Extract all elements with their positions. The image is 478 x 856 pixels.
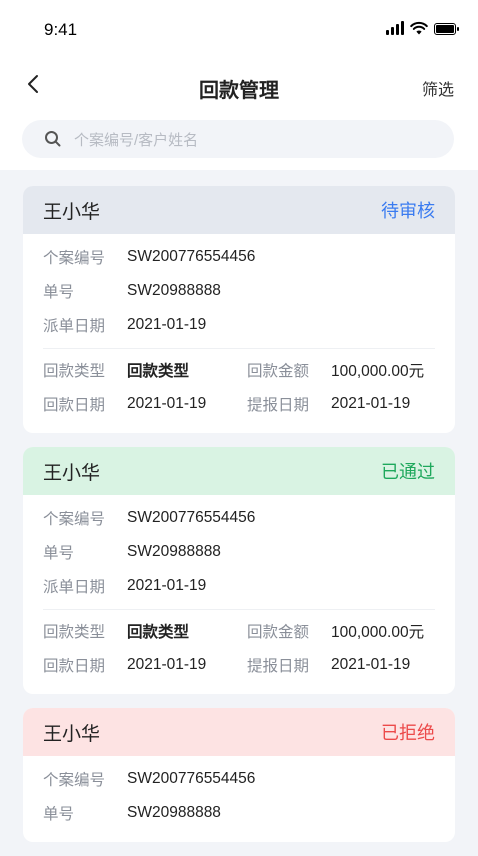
order-no-row: 单号 SW20988888 xyxy=(43,274,435,308)
order-no-value: SW20988888 xyxy=(127,804,221,821)
payback-amount-label: 回款金额 xyxy=(247,624,310,641)
search-input[interactable] xyxy=(72,120,436,160)
case-no-value: SW200776554456 xyxy=(127,770,256,787)
payback-date-value: 2021-01-19 xyxy=(127,656,207,673)
report-date-value: 2021-01-19 xyxy=(331,395,411,412)
status-icons xyxy=(386,21,459,35)
card-header: 王小华 待审核 xyxy=(23,186,455,234)
customer-name: 王小华 xyxy=(43,723,101,745)
case-no-row: 个案编号 SW200776554456 xyxy=(43,501,435,535)
card-body: 个案编号 SW200776554456 单号 SW20988888 派单日期 2… xyxy=(23,234,455,433)
order-no-row: 单号 SW20988888 xyxy=(43,796,435,830)
case-no-row: 个案编号 SW200776554456 xyxy=(43,762,435,796)
type-amount-row: 回款类型 回款类型 回款金额 100,000.00元 xyxy=(43,614,435,648)
filter-button[interactable]: 筛选 xyxy=(422,76,454,100)
case-no-value: SW200776554456 xyxy=(127,248,256,265)
payback-card[interactable]: 王小华 已拒绝 个案编号 SW200776554456 单号 SW2098888… xyxy=(23,708,455,842)
order-no-label: 单号 xyxy=(43,284,75,301)
dispatch-date-row: 派单日期 2021-01-19 xyxy=(43,569,435,603)
wifi-icon xyxy=(410,22,428,35)
case-no-label: 个案编号 xyxy=(43,250,106,267)
payback-list: 王小华 待审核 个案编号 SW200776554456 单号 SW2098888… xyxy=(23,186,455,856)
dispatch-date-label: 派单日期 xyxy=(43,318,106,335)
status-label: 已拒绝 xyxy=(381,723,435,743)
payback-card[interactable]: 王小华 待审核 个案编号 SW200776554456 单号 SW2098888… xyxy=(23,186,455,433)
payback-date-label: 回款日期 xyxy=(43,658,106,675)
search-icon xyxy=(45,131,61,147)
battery-icon xyxy=(434,23,459,35)
payback-card[interactable]: 王小华 已通过 个案编号 SW200776554456 单号 SW2098888… xyxy=(23,447,455,694)
payback-type-label: 回款类型 xyxy=(43,624,106,641)
payback-amount-value: 100,000.00元 xyxy=(331,624,425,641)
divider xyxy=(43,348,435,349)
customer-name: 王小华 xyxy=(43,462,101,484)
case-no-label: 个案编号 xyxy=(43,772,106,789)
type-amount-row: 回款类型 回款类型 回款金额 100,000.00元 xyxy=(43,353,435,387)
case-no-row: 个案编号 SW200776554456 xyxy=(43,240,435,274)
card-body: 个案编号 SW200776554456 单号 SW20988888 派单日期 2… xyxy=(23,495,455,694)
status-bar: 9:41 xyxy=(0,0,478,62)
page-title: 回款管理 xyxy=(199,80,279,102)
order-no-value: SW20988888 xyxy=(127,282,221,299)
payback-amount-value: 100,000.00元 xyxy=(331,363,425,380)
payback-amount-label: 回款金额 xyxy=(247,363,310,380)
status-label: 待审核 xyxy=(381,201,435,221)
customer-name: 王小华 xyxy=(43,201,101,223)
order-no-label: 单号 xyxy=(43,545,75,562)
signal-icon xyxy=(386,21,404,35)
nav-bar: 回款管理 筛选 xyxy=(0,62,478,110)
order-no-row: 单号 SW20988888 xyxy=(43,535,435,569)
card-header: 王小华 已通过 xyxy=(23,447,455,495)
dates-row: 回款日期 2021-01-19 提报日期 2021-01-19 xyxy=(43,387,435,421)
payback-type-value: 回款类型 xyxy=(127,624,190,641)
header-area: 9:41 回款管理 筛选 xyxy=(0,0,478,170)
report-date-label: 提报日期 xyxy=(247,397,310,414)
payback-date-value: 2021-01-19 xyxy=(127,395,207,412)
status-time: 9:41 xyxy=(44,20,78,39)
payback-type-value: 回款类型 xyxy=(127,363,190,380)
order-no-value: SW20988888 xyxy=(127,543,221,560)
case-no-value: SW200776554456 xyxy=(127,509,256,526)
divider xyxy=(43,609,435,610)
order-no-label: 单号 xyxy=(43,806,75,823)
payback-type-label: 回款类型 xyxy=(43,363,106,380)
card-header: 王小华 已拒绝 xyxy=(23,708,455,756)
report-date-label: 提报日期 xyxy=(247,658,310,675)
card-body: 个案编号 SW200776554456 单号 SW20988888 xyxy=(23,756,455,842)
status-label: 已通过 xyxy=(381,462,435,482)
dispatch-date-label: 派单日期 xyxy=(43,579,106,596)
search-bar[interactable] xyxy=(22,120,454,160)
dispatch-date-row: 派单日期 2021-01-19 xyxy=(43,308,435,342)
dates-row: 回款日期 2021-01-19 提报日期 2021-01-19 xyxy=(43,648,435,682)
dispatch-date-value: 2021-01-19 xyxy=(127,316,207,333)
report-date-value: 2021-01-19 xyxy=(331,656,411,673)
case-no-label: 个案编号 xyxy=(43,511,106,528)
payback-date-label: 回款日期 xyxy=(43,397,106,414)
dispatch-date-value: 2021-01-19 xyxy=(127,577,207,594)
